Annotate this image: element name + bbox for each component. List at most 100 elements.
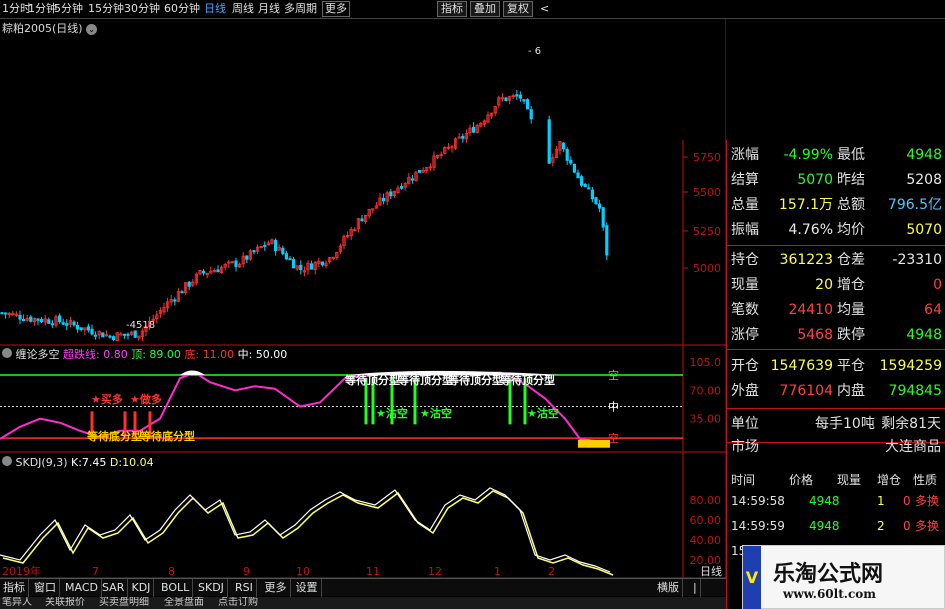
bottom-tab-7[interactable]: RSI	[232, 579, 257, 597]
top-pattern-label: 等待顶分型	[397, 373, 453, 387]
top-pattern-label: 等待顶分型	[344, 373, 400, 387]
candle-body	[122, 333, 126, 336]
quote-value: 5070	[906, 222, 942, 238]
quote-label: 总量	[731, 197, 759, 213]
period-tab-10[interactable]: 更多	[322, 1, 350, 17]
candle-body	[50, 323, 55, 326]
candle-body	[562, 142, 566, 150]
quote-value: 796.5亿	[887, 197, 942, 213]
quote-value: -23310	[892, 252, 942, 268]
top-hump	[180, 370, 205, 375]
candle-body	[471, 126, 476, 133]
quote-label: 总额	[837, 197, 865, 213]
quote-label: 跌停	[837, 327, 865, 343]
quote-value: 4948	[906, 327, 942, 343]
candle-body	[58, 315, 62, 323]
x-axis-label: 11	[366, 565, 380, 578]
trades-header-cell: 现量	[837, 473, 862, 487]
x-axis-label: 12	[428, 565, 442, 578]
bottom-tab-4[interactable]: KDJ	[129, 579, 155, 597]
candle-body	[518, 94, 523, 99]
quote-divider	[727, 245, 945, 246]
quote-label: 涨幅	[731, 147, 759, 163]
top-pattern-label: 等待顶分型	[447, 373, 503, 387]
quote-row: 现量 20 增仓 0	[727, 273, 945, 297]
price-chart[interactable]: 5750 5500 5250 5000 - 6 -4518 105.0 70.00 35.00 空…	[0, 19, 726, 597]
footer-tab-0[interactable]: 笔异人	[2, 597, 32, 609]
market-label: 市场	[731, 439, 759, 455]
trades-header-cell: 增仓	[877, 473, 902, 487]
period-tab-7[interactable]: 周线	[232, 0, 254, 18]
footer-tab-4[interactable]: 点击订购	[218, 597, 258, 609]
scroll-handle[interactable]: |	[690, 579, 701, 597]
quote-value: 361223	[779, 252, 833, 268]
trade-row: 14:59:59 4948 2 0 多换	[727, 515, 945, 537]
quote-label: 开仓	[731, 358, 759, 374]
x-axis-label: 1	[494, 565, 501, 578]
footer-tab-2[interactable]: 买卖盘明细	[99, 597, 149, 609]
watermark-title: 乐淘公式网	[773, 561, 884, 587]
bottom-tab-3[interactable]: SAR	[99, 579, 129, 597]
period-tab-0[interactable]: 1分时	[2, 0, 31, 18]
layout-toggle[interactable]: 横版	[654, 579, 683, 597]
back-arrow-icon[interactable]: <	[540, 0, 549, 18]
x-axis-label: 8	[168, 565, 175, 578]
quote-label: 最低	[837, 147, 865, 163]
period-badge: 日线	[700, 564, 722, 578]
k-label: K:	[71, 456, 82, 469]
trade-cell: 14:59:58	[731, 494, 785, 508]
candle-body	[598, 203, 602, 209]
price-tick-label: 5000	[693, 262, 721, 275]
toolbar-button-2[interactable]: 复权	[503, 1, 533, 17]
candle-body	[4, 312, 8, 315]
quote-label: 均价	[837, 222, 865, 238]
candle-body	[173, 299, 177, 302]
bottom-tab-1[interactable]: 窗口	[31, 579, 60, 597]
toolbar-button-0[interactable]: 指标	[437, 1, 467, 17]
candle-body	[529, 109, 533, 120]
bottom-tab-5[interactable]: BOLL	[158, 579, 194, 597]
quote-row: 振幅 4.76% 均价 5070	[727, 218, 945, 242]
bottom-fill	[578, 439, 610, 448]
indicator1-field-3: 中: 50.00	[237, 348, 288, 361]
quote-value: 0	[933, 277, 942, 293]
bottom-tab-0[interactable]: 指标	[0, 579, 29, 597]
period-tab-5[interactable]: 60分钟	[164, 0, 200, 18]
toolbar-button-1[interactable]: 叠加	[470, 1, 500, 17]
x-axis-label: 9	[243, 565, 250, 578]
quote-value: 1594259	[879, 358, 942, 374]
period-tab-8[interactable]: 月线	[258, 0, 280, 18]
candle-body	[389, 191, 393, 197]
quote-label: 外盘	[731, 383, 759, 399]
candle-body	[18, 315, 22, 320]
trade-cell: 1	[877, 494, 885, 508]
short-signal-label: ★沽空	[420, 406, 452, 420]
period-tab-3[interactable]: 15分钟	[88, 0, 124, 18]
quote-label: 现量	[731, 277, 759, 293]
ind1-tick-label: 105.0	[690, 356, 722, 369]
period-tab-4[interactable]: 30分钟	[124, 0, 160, 18]
trades-header-cell: 价格	[789, 473, 814, 487]
candle-body	[522, 99, 526, 102]
period-tab-9[interactable]: 多周期	[284, 0, 317, 18]
bottom-tab-2[interactable]: MACD	[62, 579, 102, 597]
trade-cell: 0	[903, 494, 911, 508]
trading-window: 1分时 1分钟 5分钟 15分钟 30分钟 60分钟 日线 周线 月线 多周期 更多 指标 叠加 复权 < …	[0, 0, 945, 609]
period-tab-2[interactable]: 5分钟	[54, 0, 83, 18]
period-tab-1[interactable]: 1分钟	[28, 0, 57, 18]
footer-tab-3[interactable]: 全景盘面	[164, 597, 204, 609]
d-line	[2, 490, 614, 576]
bottom-tab-6[interactable]: SKDJ	[195, 579, 228, 597]
period-tab-6[interactable]: 日线	[204, 0, 226, 18]
bottom-tab-8[interactable]: 更多	[262, 579, 291, 597]
gear-icon[interactable]	[2, 456, 12, 466]
candle-body	[281, 247, 285, 255]
bottom-pattern-label: 等待底分型	[139, 429, 195, 443]
quote-label: 内盘	[837, 383, 865, 399]
bottom-tab-9[interactable]: 设置	[293, 579, 322, 597]
footer-tab-1[interactable]: 关联报价	[45, 597, 85, 609]
quote-row: 结算 5070 昨结 5208	[727, 168, 945, 192]
gear-icon[interactable]	[2, 348, 12, 358]
trade-cell: 0	[903, 519, 911, 533]
quote-value: 157.1万	[778, 197, 833, 213]
